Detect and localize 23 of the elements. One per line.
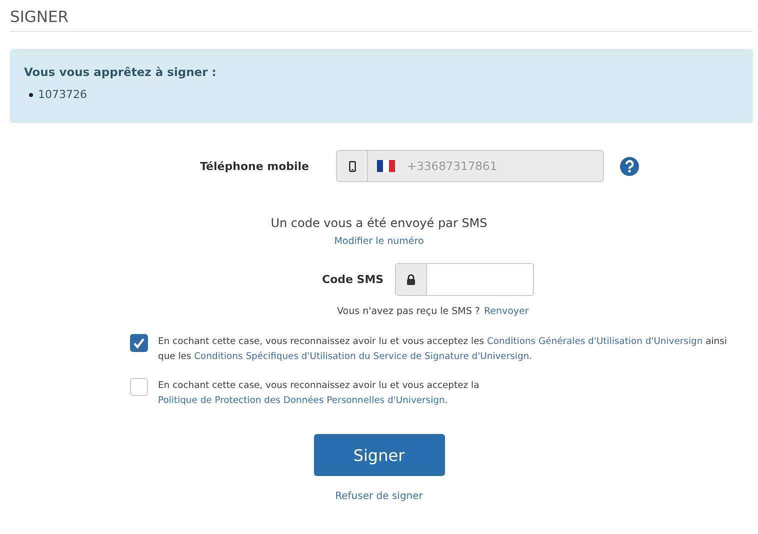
- change-number-link[interactable]: Modifier le numéro: [334, 236, 424, 247]
- terms-link[interactable]: Politique de Protection des Données Personnelles d'Universign: [158, 395, 445, 406]
- terms-link[interactable]: Conditions Spécifiques d'Utilisation du Service de Signature d'Universign: [194, 351, 530, 362]
- resend-question: Vous n'avez pas reçu le SMS ?: [337, 306, 480, 317]
- document-id: 1073726: [38, 88, 87, 101]
- refuse-link[interactable]: Refuser de signer: [335, 491, 423, 502]
- consent-text: En cochant cette case, vous reconnaissez avoir lu et vous acceptez la Politique de Protection des Données Personnelles d'Universign.: [158, 379, 480, 408]
- flag-icon: [377, 160, 395, 172]
- terms-link[interactable]: Conditions Générales d'Utilisation d'Universign: [486, 336, 703, 347]
- resend-link[interactable]: Renvoyer: [484, 306, 529, 317]
- field-label: Code SMS: [322, 273, 385, 286]
- notice-heading: Vous vous apprêtez à signer :: [24, 65, 216, 79]
- mobile-phone-icon: [348, 160, 356, 172]
- help-icon[interactable]: [620, 156, 639, 176]
- lock-icon: [406, 274, 416, 285]
- sms-sent-message: Un code vous a été envoyé par SMS: [270, 216, 488, 230]
- page-title: SIGNER: [10, 8, 69, 26]
- field-label: Téléphone mobile: [200, 160, 310, 172]
- checkbox[interactable]: [130, 334, 148, 352]
- sms-code-field[interactable]: [395, 263, 534, 296]
- bullet-icon: [29, 92, 33, 96]
- sign-button[interactable]: Signer: [314, 434, 444, 476]
- consent-text: En cochant cette case, vous reconnaissez avoir lu et vous acceptez les Conditions Générales d'Utilisation d'Universign ainsi que les Conditions Spécifiques d'Utilisation du Service de Signature d'Universign.: [158, 335, 728, 364]
